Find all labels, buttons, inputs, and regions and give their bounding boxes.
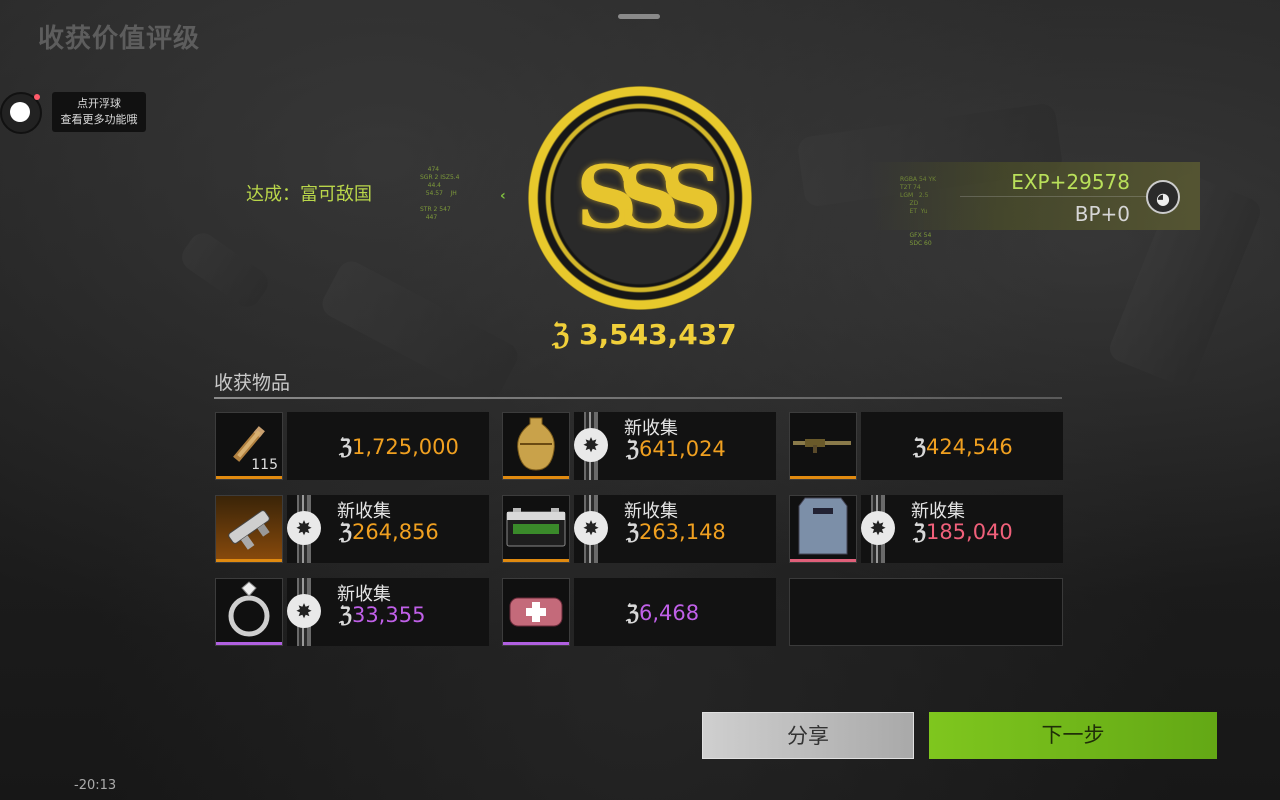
grade-badge: SSS [528,86,752,310]
coin-icon: ℨ [626,519,639,544]
new-collection-badge-icon: ✸ [574,511,608,545]
item-thumbnail [215,495,283,563]
section-divider [214,397,1062,399]
rarity-bar [216,559,282,562]
floating-ball-button[interactable] [0,92,42,134]
item-value-number: 1,725,000 [351,435,459,459]
item-card-ammo[interactable]: 115 ℨ 1,725,000 [215,412,489,480]
rarity-bar [790,476,856,479]
vase-icon [512,414,560,478]
rarity-bar [503,476,569,479]
coin-icon: ℨ [626,436,639,461]
tooltip-line: 查看更多功能哦 [60,113,138,126]
page-title: 收获价值评级 [38,24,201,54]
item-quantity: 115 [251,457,278,473]
items-section-title: 收获物品 [214,372,291,394]
exp-reward: EXP+29578 [1011,170,1130,194]
rarity-bar [790,559,856,562]
item-thumbnail [502,495,570,563]
coin-icon: ℨ [552,318,570,351]
coin-icon: ℨ [339,602,352,627]
chevron-left-icon: ‹ [500,188,506,204]
item-card-drone-part[interactable]: ✸ 新收集 ℨ 264,856 [215,495,489,563]
battery-icon [505,506,567,552]
tooltip-line: 点开浮球 [77,97,121,110]
item-card-armor-plate[interactable]: ✸ 新收集 ℨ 185,040 [789,495,1063,563]
item-card-ring[interactable]: ✸ 新收集 ℨ 33,355 [215,578,489,646]
hud-decoration: 474 SGR 2 ISZ5.4 44.4 54.57 JH STR 2 547 4… [420,166,460,221]
rarity-bar [216,476,282,479]
item-thumbnail [789,412,857,480]
item-value: ℨ 1,725,000 [339,434,459,459]
item-value-number: 424,546 [925,435,1013,459]
coin-icon: ℨ [626,600,639,625]
item-value: ℨ 185,040 [913,519,1013,544]
item-value: ℨ 263,148 [626,519,726,544]
item-value-number: 185,040 [925,520,1013,544]
coin-icon: ℨ [339,434,352,459]
item-value-number: 6,468 [638,601,700,625]
item-thumbnail [502,412,570,480]
armor-plate-icon [797,496,849,562]
item-card-medkit[interactable]: ℨ 6,468 [502,578,776,646]
share-button[interactable]: 分享 [702,712,914,759]
bp-reward: BP+0 [1074,202,1130,226]
ring-icon [224,580,274,644]
total-value-number: 3,543,437 [579,318,737,351]
item-thumbnail [215,578,283,646]
item-card-golden-vase[interactable]: ✸ 新收集 ℨ 641,024 [502,412,776,480]
item-value-number: 263,148 [638,520,726,544]
rarity-bar [503,559,569,562]
total-value: ℨ 3,543,437 [552,318,737,351]
item-value: ℨ 33,355 [339,602,425,627]
floating-ball-tooltip: 点开浮球 查看更多功能哦 [52,92,146,132]
coin-icon: ℨ [913,519,926,544]
rarity-bar [503,642,569,645]
item-thumbnail [789,495,857,563]
new-collection-badge-icon: ✸ [287,511,321,545]
profile-head-icon[interactable]: ◕ [1146,180,1180,214]
rifle-icon [791,429,855,463]
clock-readout: -20:13 [74,778,117,793]
floating-ball-icon [10,102,30,122]
item-thumbnail [502,578,570,646]
item-value-number: 641,024 [638,437,726,461]
next-step-button[interactable]: 下一步 [929,712,1217,759]
new-collection-badge-icon: ✸ [861,511,895,545]
item-value-number: 33,355 [351,603,426,627]
achievement-text: 达成：富可敌国 [246,184,372,205]
item-value: ℨ 264,856 [339,519,439,544]
item-value: ℨ 6,468 [626,600,699,625]
divider [960,196,1170,197]
drag-handle[interactable] [618,14,660,19]
item-card-car-battery[interactable]: ✸ 新收集 ℨ 263,148 [502,495,776,563]
new-collection-badge-icon: ✸ [287,594,321,628]
empty-item-slot [789,578,1063,646]
notification-dot [34,94,40,100]
item-thumbnail: 115 [215,412,283,480]
grade-letters: SSS [575,147,722,249]
device-icon [221,499,277,559]
medkit-icon [506,590,566,634]
item-value: ℨ 424,546 [913,434,1013,459]
coin-icon: ℨ [913,434,926,459]
item-card-rifle[interactable]: ℨ 424,546 [789,412,1063,480]
coin-icon: ℨ [339,519,352,544]
item-value-number: 264,856 [351,520,439,544]
item-value: ℨ 641,024 [626,436,726,461]
rarity-bar [216,642,282,645]
new-collection-badge-icon: ✸ [574,428,608,462]
